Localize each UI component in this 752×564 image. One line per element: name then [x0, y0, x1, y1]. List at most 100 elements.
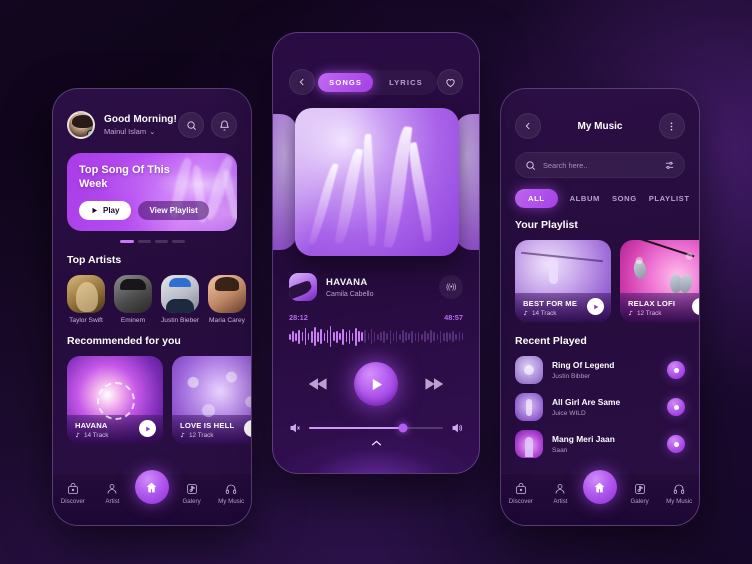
recommended-card[interactable]: HAVANA 14 Track — [67, 356, 163, 444]
recent-play-button[interactable] — [667, 398, 685, 416]
album-art-prev[interactable] — [273, 114, 297, 250]
expand-handle[interactable] — [273, 431, 479, 473]
nav-item-artist[interactable]: Artist — [543, 483, 577, 505]
artist-name: Maria Carey — [209, 317, 245, 324]
nav-item-galery[interactable]: Galery — [623, 483, 657, 505]
album-art-current[interactable] — [295, 108, 459, 256]
top-artists-list[interactable]: Taylor Swift Eminem Justin Bieber Maria … — [53, 266, 251, 324]
user-name[interactable]: Mainul Islam ⌄ — [104, 127, 178, 136]
recent-play-button[interactable] — [667, 361, 685, 379]
player-times: 28:12 48:57 — [273, 301, 479, 322]
recent-title: Ring Of Legend — [552, 360, 615, 370]
recommended-card[interactable]: LOVE IS HELL 12 Track — [172, 356, 251, 444]
cast-icon[interactable]: ((•)) — [439, 275, 463, 299]
chevron-left-icon[interactable] — [515, 113, 541, 139]
artist-item[interactable]: Justin Bieber — [161, 275, 199, 324]
phone-my-music-screen: My Music ALL ALBUM SONG PLAYLIST Your Pl… — [500, 88, 700, 526]
banner-title: Top Song Of This Week — [79, 164, 170, 190]
artist-item[interactable]: Eminem — [114, 275, 152, 324]
nav-item-artist[interactable]: Artist — [95, 483, 129, 505]
chip-all[interactable]: ALL — [515, 189, 558, 208]
nav-item-home[interactable] — [582, 470, 617, 504]
rewind-icon[interactable] — [308, 377, 328, 391]
more-vertical-icon[interactable] — [658, 113, 685, 139]
recent-item[interactable]: Mang Meri Jaan Saan — [501, 421, 699, 458]
player-tabs[interactable]: SONGS LYRICS — [315, 69, 437, 95]
volume-slider[interactable] — [309, 423, 443, 433]
waveform-bar — [354, 327, 357, 346]
top-artists-title: Top Artists — [67, 254, 122, 266]
recommended-list[interactable]: HAVANA 14 Track LOVE IS HELL 12 Track — [53, 347, 251, 444]
waveform-bar — [420, 333, 423, 340]
filter-icon[interactable] — [664, 160, 675, 171]
avatar[interactable] — [67, 111, 95, 139]
chip-album[interactable]: ALBUM — [570, 194, 600, 203]
recent-play-button[interactable] — [667, 435, 685, 453]
bottom-nav[interactable]: Discover Artist Galery My Music — [501, 470, 699, 525]
artist-item[interactable]: Taylor Swift — [67, 275, 105, 324]
gallery-icon — [634, 484, 645, 494]
nav-label: Artist — [105, 498, 120, 505]
volume-control[interactable] — [273, 406, 479, 434]
chip-playlist[interactable]: PLAYLIST — [649, 194, 690, 203]
play-button[interactable]: Play — [79, 200, 132, 220]
bottom-nav[interactable]: Discover Artist Galery My Music — [53, 470, 251, 525]
card-tracks: 14 Track — [523, 310, 577, 317]
card-play-button[interactable] — [692, 298, 699, 315]
nav-item-discover[interactable]: Discover — [56, 483, 90, 505]
playlist-card[interactable]: BEST FOR ME 14 Track — [515, 240, 611, 322]
nav-item-my-music[interactable]: My Music — [662, 483, 696, 505]
chip-song[interactable]: SONG — [612, 194, 637, 203]
carousel-dot[interactable] — [154, 240, 168, 243]
play-icon[interactable] — [354, 362, 398, 406]
waveform-bar — [307, 333, 310, 340]
waveform-progress[interactable] — [273, 322, 479, 347]
nav-item-home[interactable] — [134, 470, 169, 504]
card-play-button[interactable] — [587, 298, 604, 315]
filter-chips[interactable]: ALL ALBUM SONG PLAYLIST — [501, 178, 699, 208]
greeting-text: Good Morning! — [104, 114, 177, 125]
home-icon[interactable] — [134, 470, 169, 504]
recent-artist: Justin Bibber — [552, 373, 591, 380]
waveform-bar — [348, 329, 351, 344]
waveform-bar — [367, 333, 370, 340]
nav-item-discover[interactable]: Discover — [504, 483, 538, 505]
bell-icon[interactable] — [211, 112, 237, 138]
search-input[interactable] — [543, 160, 657, 170]
chevron-left-icon[interactable] — [289, 69, 315, 95]
tab-songs[interactable]: SONGS — [318, 72, 374, 92]
waveform-bar — [458, 332, 461, 341]
nav-item-galery[interactable]: Galery — [175, 483, 209, 505]
playlist-card[interactable]: RELAX LOFI 12 Track — [620, 240, 699, 322]
waveform-bar — [351, 332, 354, 341]
recent-item[interactable]: Ring Of Legend Justin Bibber — [501, 347, 699, 384]
tab-lyrics[interactable]: LYRICS — [378, 73, 434, 92]
waveform-bar — [427, 333, 429, 340]
card-title: BEST FOR ME — [523, 298, 578, 308]
chevron-down-icon: ⌄ — [149, 127, 156, 136]
search-icon[interactable] — [178, 112, 204, 138]
carousel-dots[interactable] — [53, 231, 251, 243]
heart-icon[interactable] — [437, 69, 463, 95]
album-art-carousel[interactable] — [273, 108, 479, 258]
recent-meta: Ring Of Legend Justin Bibber — [552, 360, 667, 380]
forward-icon[interactable] — [424, 377, 444, 391]
artist-item[interactable]: Maria Carey — [208, 275, 246, 324]
music-note-icon — [75, 432, 80, 438]
playlist-row[interactable]: BEST FOR ME 14 Track RELAX LOFI 12 Track — [501, 231, 699, 322]
carousel-dot[interactable] — [119, 240, 134, 243]
recent-item[interactable]: All Girl Are Same Juice WILD — [501, 384, 699, 421]
carousel-dot[interactable] — [137, 240, 151, 243]
nav-item-my-music[interactable]: My Music — [214, 483, 248, 505]
artist-photo — [114, 275, 152, 313]
player-controls[interactable] — [273, 346, 479, 406]
home-icon[interactable] — [582, 470, 617, 504]
card-play-button[interactable] — [244, 420, 251, 437]
carousel-dot[interactable] — [171, 240, 185, 243]
view-playlist-button[interactable]: View Playlist — [138, 200, 209, 220]
top-song-banner[interactable]: Top Song Of This Week Play View Playlist — [67, 153, 237, 231]
waveform-bar — [370, 329, 373, 344]
waveform-bar — [295, 332, 297, 341]
card-play-button[interactable] — [139, 420, 156, 437]
search-bar[interactable] — [515, 152, 685, 178]
